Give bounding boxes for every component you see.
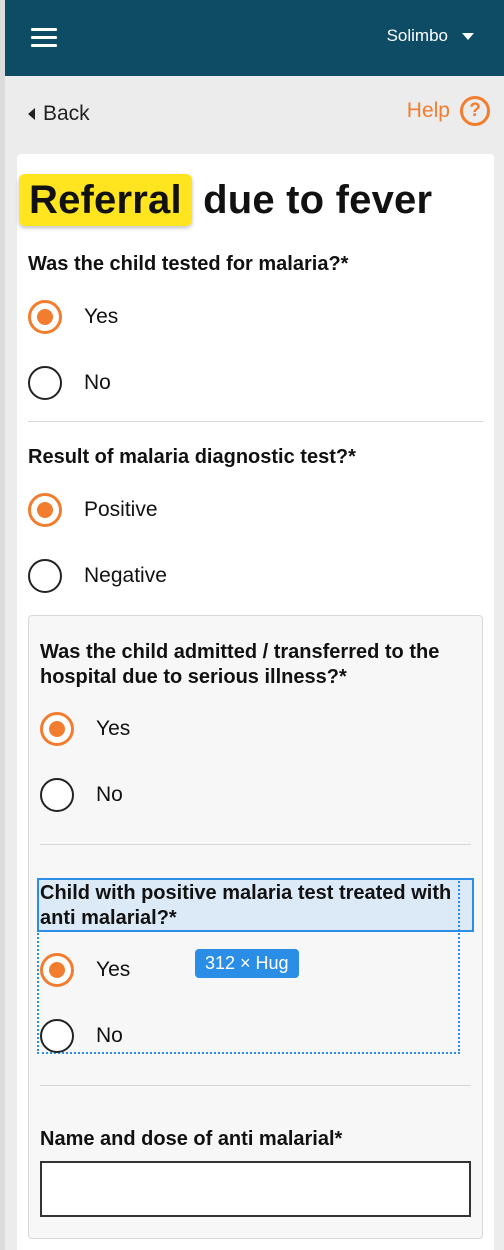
size-badge: 312 × Hug: [195, 949, 299, 978]
user-menu[interactable]: Solimbo: [387, 26, 474, 46]
back-label: Back: [43, 102, 90, 125]
page-title: Referral due to fever: [19, 174, 433, 226]
menu-icon[interactable]: [31, 28, 57, 48]
option-admitted-yes[interactable]: Yes: [40, 712, 130, 746]
option-admitted-no[interactable]: No: [40, 778, 123, 812]
option-result-negative[interactable]: Negative: [28, 559, 167, 593]
radio-unselected-icon[interactable]: [28, 366, 62, 400]
option-label: Positive: [84, 498, 158, 521]
caret-down-icon: [462, 32, 474, 40]
option-label: Yes: [84, 305, 119, 328]
navigation-row: Back Help ?: [5, 76, 504, 152]
option-label: No: [96, 1024, 123, 1047]
radio-selected-icon[interactable]: [28, 300, 62, 334]
help-button[interactable]: Help ?: [407, 96, 490, 126]
follow-up-section: Was the child admitted / transferred to …: [28, 615, 483, 1239]
option-result-positive[interactable]: Positive: [28, 493, 158, 527]
title-rest: due to fever: [191, 178, 433, 222]
divider: [40, 1085, 471, 1086]
option-label: Negative: [84, 564, 167, 587]
option-label: No: [96, 783, 123, 806]
divider: [28, 421, 483, 422]
radio-unselected-icon[interactable]: [40, 778, 74, 812]
option-label: Yes: [96, 717, 131, 740]
radio-selected-icon[interactable]: [40, 953, 74, 987]
radio-selected-icon[interactable]: [28, 493, 62, 527]
top-app-bar: Solimbo: [5, 0, 504, 76]
radio-selected-icon[interactable]: [40, 712, 74, 746]
question-admitted-to-hospital: Was the child admitted / transferred to …: [40, 641, 440, 688]
radio-unselected-icon[interactable]: [40, 1019, 74, 1053]
anti-malarial-dose-input[interactable]: [40, 1161, 471, 1217]
option-tested-no[interactable]: No: [28, 366, 111, 400]
user-name: Solimbo: [386, 26, 448, 45]
title-highlight: Referral: [19, 174, 192, 226]
chevron-left-icon: [28, 108, 35, 120]
divider: [40, 844, 471, 845]
back-button[interactable]: Back: [28, 102, 90, 126]
option-label: No: [84, 371, 111, 394]
question-anti-malarial-dose: Name and dose of anti malarial*: [40, 1128, 343, 1150]
help-label: Help: [406, 99, 450, 122]
radio-unselected-icon[interactable]: [28, 559, 62, 593]
question-tested-for-malaria: Was the child tested for malaria?*: [28, 253, 349, 275]
help-circle-icon: ?: [460, 96, 490, 126]
option-treated-no[interactable]: No: [40, 1019, 123, 1053]
question-diagnostic-result: Result of malaria diagnostic test?*: [28, 446, 356, 468]
option-tested-yes[interactable]: Yes: [28, 300, 118, 334]
form-card: Referral due to fever Was the child test…: [17, 154, 494, 1250]
option-treated-yes[interactable]: Yes: [40, 953, 130, 987]
app-screen: Solimbo Back Help ? Referral due to feve…: [5, 0, 504, 1250]
question-treated-anti-malarial: Child with positive malaria test treated…: [40, 882, 452, 929]
option-label: Yes: [96, 958, 131, 981]
